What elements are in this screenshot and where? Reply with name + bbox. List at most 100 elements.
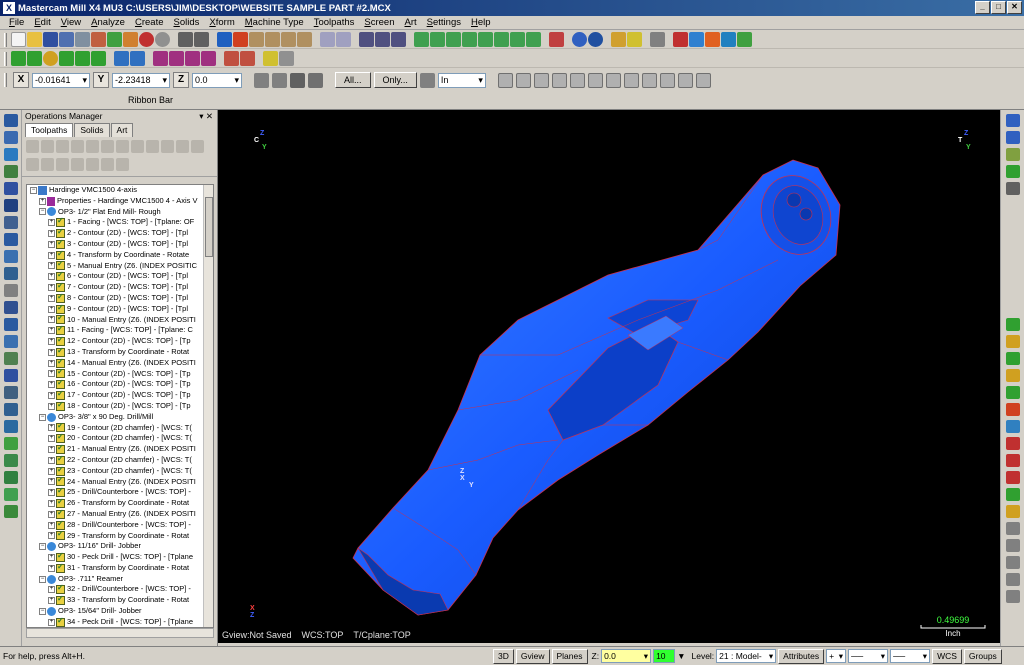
- zoom-out-icon[interactable]: [297, 32, 312, 47]
- expand-icon[interactable]: +: [48, 316, 55, 324]
- expand-icon[interactable]: +: [48, 219, 55, 227]
- expand-icon[interactable]: +: [48, 305, 55, 313]
- shaded-icon[interactable]: [391, 32, 406, 47]
- collapse-icon[interactable]: −: [39, 575, 46, 583]
- save-icon[interactable]: [43, 32, 58, 47]
- expand-icon[interactable]: +: [48, 586, 55, 594]
- collapse-icon[interactable]: −: [39, 543, 46, 551]
- select-solid-icon[interactable]: [641, 72, 657, 88]
- analyze-icon[interactable]: [611, 32, 626, 47]
- toolpath-operation-row[interactable]: +7 - Contour (2D) - [WCS: TOP] - [Tpl: [27, 282, 213, 293]
- config-icon[interactable]: [290, 72, 305, 88]
- toolpath-operation-row[interactable]: +26 - Transform by Coordinate - Rotat: [27, 498, 213, 509]
- lock-icon[interactable]: [176, 140, 189, 153]
- left-tool-icon[interactable]: [3, 488, 18, 501]
- tab-toolpaths[interactable]: Toolpaths: [25, 123, 74, 137]
- toolpath-operation-row[interactable]: +17 - Contour (2D) - [WCS: TOP] - [Tp: [27, 390, 213, 401]
- right-tool-icon[interactable]: [1005, 352, 1020, 365]
- left-tool-icon[interactable]: [3, 267, 18, 280]
- expand-icon[interactable]: +: [48, 338, 55, 346]
- select-window-icon[interactable]: [497, 72, 513, 88]
- toggle-display-icon[interactable]: [191, 140, 204, 153]
- select-all-ops-icon[interactable]: [26, 140, 39, 153]
- part-model[interactable]: [218, 110, 1000, 643]
- expand-icon[interactable]: +: [48, 456, 55, 464]
- toolpath-operation-row[interactable]: +31 - Transform by Coordinate - Rotat: [27, 563, 213, 574]
- menu-help[interactable]: Help: [466, 17, 496, 28]
- help-question-icon[interactable]: [308, 72, 323, 88]
- select-dirty-icon[interactable]: [41, 140, 54, 153]
- menu-xform[interactable]: Xform: [204, 17, 239, 28]
- select-only-button[interactable]: Only...: [373, 72, 417, 88]
- dropdown-arrow-icon[interactable]: ▾: [162, 74, 167, 87]
- select-chain-icon[interactable]: [605, 72, 621, 88]
- toolpath-operation-row[interactable]: +34 - Peck Drill - [WCS: TOP] - [Tplane: [27, 617, 213, 627]
- tab-solids[interactable]: Solids: [74, 123, 110, 137]
- post-selected-icon[interactable]: [116, 140, 129, 153]
- options-icon[interactable]: [279, 51, 294, 66]
- toolpath-group-row[interactable]: − OP3- 15/64" Drill- Jobber: [27, 606, 213, 617]
- tree-vertical-scrollbar[interactable]: [203, 185, 213, 627]
- expand-icon[interactable]: +: [48, 564, 55, 572]
- properties-row[interactable]: + Properties - Hardinge VMC1500 4 - Axis …: [27, 196, 213, 207]
- scrollbar-thumb[interactable]: [205, 197, 213, 257]
- toolbar-grip[interactable]: [4, 51, 7, 66]
- expand-icon[interactable]: +: [48, 240, 55, 248]
- globe-icon[interactable]: [572, 32, 587, 47]
- planes-button[interactable]: Planes: [551, 648, 588, 664]
- expand-icon[interactable]: +: [48, 618, 55, 626]
- repaint-icon[interactable]: [217, 32, 232, 47]
- wireframe-icon[interactable]: [359, 32, 374, 47]
- expand-icon[interactable]: +: [48, 392, 55, 400]
- xform-rotate-icon[interactable]: [185, 51, 200, 66]
- xform-translate-icon[interactable]: [153, 51, 168, 66]
- expand-icon[interactable]: +: [48, 284, 55, 292]
- wcs-button[interactable]: WCS: [932, 648, 962, 664]
- select-vertex-icon[interactable]: [623, 72, 639, 88]
- small-hole-1[interactable]: [786, 192, 802, 208]
- fast-point-icon[interactable]: [272, 72, 287, 88]
- new-file-icon[interactable]: [11, 32, 26, 47]
- menu-analyze[interactable]: Analyze: [86, 17, 130, 28]
- 3d-toggle-button[interactable]: 3D: [493, 648, 514, 664]
- verify-icon[interactable]: [101, 140, 114, 153]
- toolpath-operation-row[interactable]: +9 - Contour (2D) - [WCS: TOP] - [Tpl: [27, 304, 213, 315]
- left-tool-icon[interactable]: [3, 233, 18, 246]
- menu-solids[interactable]: Solids: [169, 17, 205, 28]
- right-tool-icon[interactable]: [1005, 590, 1020, 603]
- right-tool-icon[interactable]: [1005, 471, 1020, 484]
- z-coord-label[interactable]: Z: [173, 72, 189, 88]
- right-tool-icon[interactable]: [1005, 573, 1020, 586]
- view-left-icon[interactable]: [494, 32, 509, 47]
- toolpath-operation-row[interactable]: +14 - Manual Entry (Z6. (INDEX POSITI: [27, 358, 213, 369]
- print-icon[interactable]: [75, 32, 90, 47]
- expand-icon[interactable]: +: [48, 359, 55, 367]
- toolpath-operation-row[interactable]: +23 - Contour (2D chamfer) - [WCS: T(: [27, 466, 213, 477]
- save-as-icon[interactable]: [59, 32, 74, 47]
- help-icon[interactable]: [161, 140, 174, 153]
- toolpath-operation-row[interactable]: +30 - Peck Drill - [WCS: TOP] - [Tplane: [27, 552, 213, 563]
- verify-icon[interactable]: [673, 32, 688, 47]
- toolpath-operation-row[interactable]: +33 - Transform by Coordinate - Rotat: [27, 595, 213, 606]
- right-tool-icon[interactable]: [1005, 437, 1020, 450]
- toolpath-operation-row[interactable]: +22 - Contour (2D chamfer) - [WCS: T(: [27, 455, 213, 466]
- z-coord-input[interactable]: 0.0 ▾: [192, 72, 242, 88]
- y-coord-input[interactable]: -2.23418 ▾: [112, 72, 170, 88]
- toolpath-operation-row[interactable]: +4 - Transform by Coordinate - Rotate: [27, 250, 213, 261]
- toolpath-operation-row[interactable]: +3 - Contour (2D) - [WCS: TOP] - [Tpl: [27, 239, 213, 250]
- toolpath-operation-row[interactable]: +16 - Contour (2D) - [WCS: TOP] - [Tp: [27, 379, 213, 390]
- xform-mirror-icon[interactable]: [169, 51, 184, 66]
- create-rectangle-icon[interactable]: [91, 51, 106, 66]
- select-loop-icon[interactable]: [587, 72, 603, 88]
- toolpath-operation-row[interactable]: +12 - Contour (2D) - [WCS: TOP] - [Tp: [27, 336, 213, 347]
- right-tool-icon[interactable]: [1005, 165, 1020, 178]
- expand-icon[interactable]: +: [48, 348, 55, 356]
- dropdown-arrow-icon[interactable]: ▾: [234, 74, 239, 87]
- expand-icon[interactable]: +: [48, 294, 55, 302]
- left-tool-icon[interactable]: [3, 199, 18, 212]
- collapse-icon[interactable]: −: [39, 607, 46, 615]
- minimize-button[interactable]: _: [975, 1, 990, 14]
- toolpath-group-row[interactable]: − OP3- 3/8" x 90 Deg. Drill/Mill: [27, 412, 213, 423]
- post-icon[interactable]: [705, 32, 720, 47]
- setup-sheet-icon[interactable]: [721, 32, 736, 47]
